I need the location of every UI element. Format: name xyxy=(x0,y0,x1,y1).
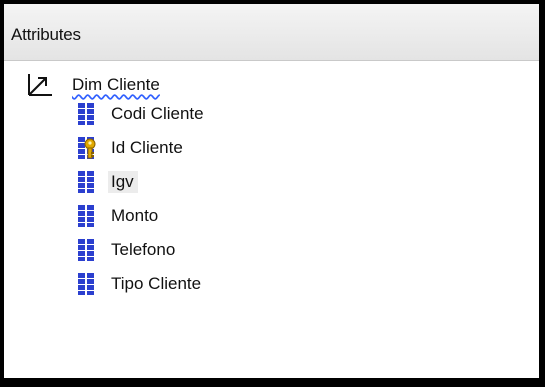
tree-root-label: Dim Cliente xyxy=(72,75,160,94)
window-frame: Attributes Dim Cliente Codi Cliente Id C… xyxy=(0,0,545,387)
dimension-icon xyxy=(28,74,52,96)
attributes-panel: Attributes Dim Cliente Codi Cliente Id C… xyxy=(4,4,539,378)
attribute-label: Id Cliente xyxy=(111,138,183,157)
attribute-icon xyxy=(78,171,94,193)
key-attribute-icon xyxy=(78,137,96,159)
attribute-label: Igv xyxy=(108,171,138,193)
attribute-icon xyxy=(78,273,94,295)
attribute-label: Codi Cliente xyxy=(111,104,204,123)
attribute-label: Telefono xyxy=(111,240,176,259)
panel-header: Attributes xyxy=(4,4,539,61)
attribute-icon xyxy=(78,103,94,125)
panel-title: Attributes xyxy=(11,25,81,44)
attribute-icon xyxy=(78,205,94,227)
attribute-tree: Dim Cliente Codi Cliente Id Cliente Igv … xyxy=(4,62,539,378)
attribute-icon xyxy=(78,239,94,261)
attribute-label: Tipo Cliente xyxy=(111,274,202,293)
attribute-label: Monto xyxy=(111,206,159,225)
